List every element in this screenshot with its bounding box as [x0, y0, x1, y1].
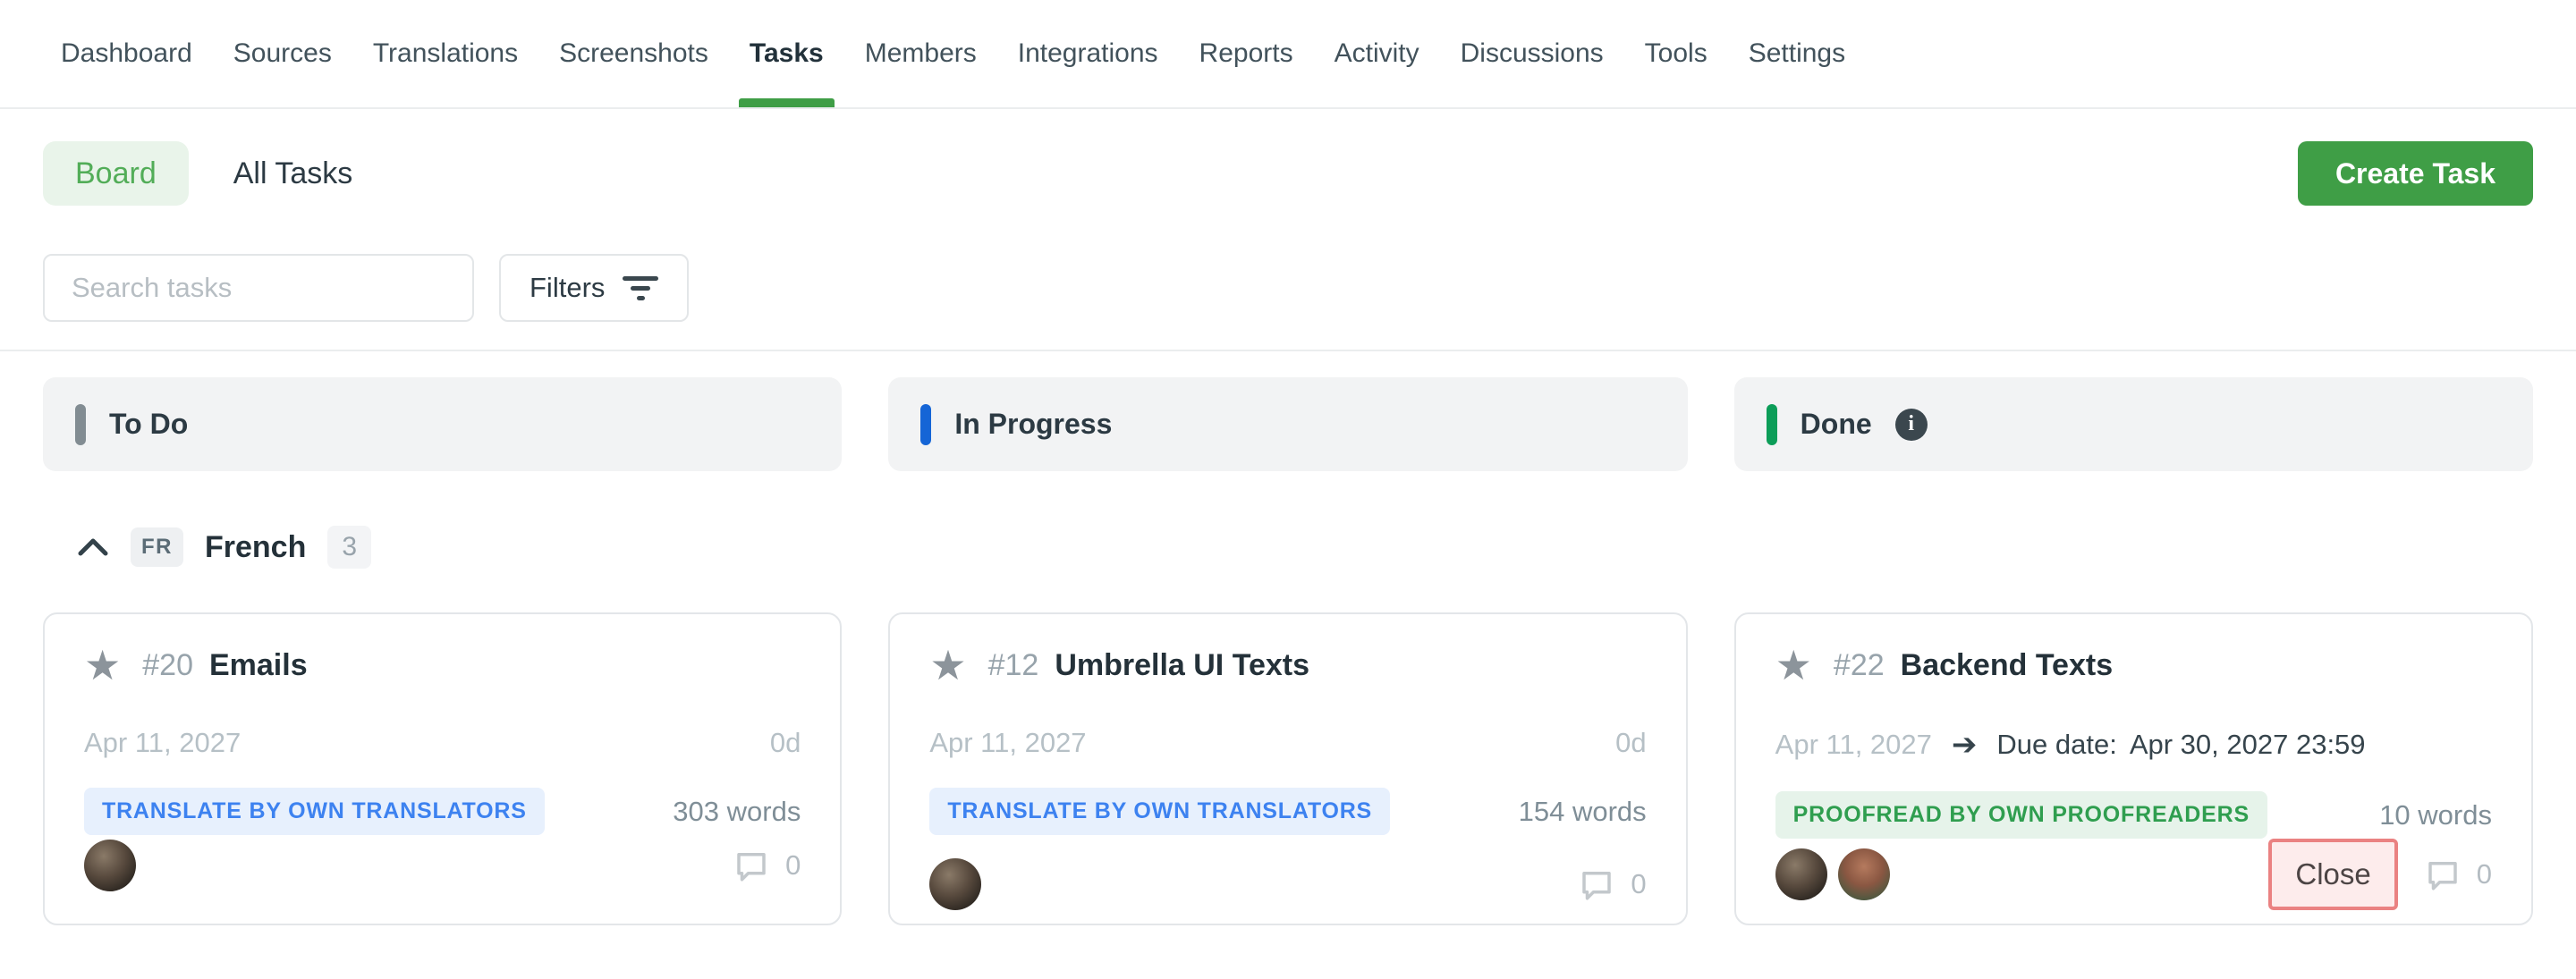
word-count: 10 words: [2379, 799, 2492, 831]
info-icon[interactable]: i: [1895, 409, 1928, 441]
language-name: French: [205, 530, 306, 565]
column-header-done: Done i: [1734, 377, 2533, 471]
assignee-avatar: [84, 840, 136, 891]
view-tabs-row: Board All Tasks Create Task: [43, 141, 2533, 206]
card-title-row: ★ #12 Umbrella UI Texts: [929, 645, 1646, 686]
star-icon[interactable]: ★: [929, 645, 966, 686]
card-date-row: Apr 11, 2027 0d: [929, 727, 1646, 759]
filters-button-label: Filters: [530, 272, 605, 304]
task-card[interactable]: ★ #20 Emails Apr 11, 2027 0d TRANSLATE B…: [43, 612, 842, 925]
in-progress-status-bar-icon: [920, 404, 931, 445]
search-input[interactable]: [43, 254, 474, 322]
search-filter-row: Filters: [43, 254, 2533, 322]
task-type-badge: TRANSLATE BY OWN TRANSLATORS: [84, 788, 545, 835]
nav-item-reports[interactable]: Reports: [1199, 0, 1293, 107]
create-task-button[interactable]: Create Task: [2298, 141, 2533, 206]
nav-item-dashboard[interactable]: Dashboard: [61, 0, 192, 107]
card-title-row: ★ #20 Emails: [84, 645, 801, 686]
task-duration: 0d: [1615, 727, 1646, 759]
due-date-value: Apr 30, 2027 23:59: [2130, 729, 2366, 761]
assignee-avatar: [1775, 848, 1827, 900]
task-id: #22: [1834, 648, 1885, 683]
filters-button[interactable]: Filters: [499, 254, 689, 322]
section-divider: [0, 350, 2576, 351]
card-footer: Close 0: [1775, 839, 2492, 910]
comment-bubble-icon: [2423, 856, 2462, 893]
column-title: To Do: [109, 408, 188, 441]
star-icon[interactable]: ★: [84, 645, 121, 686]
nav-item-discussions[interactable]: Discussions: [1461, 0, 1604, 107]
nav-item-tools[interactable]: Tools: [1645, 0, 1707, 107]
card-date-row: Apr 11, 2027 ➔ Due date: Apr 30, 2027 23…: [1775, 727, 2492, 763]
done-status-bar-icon: [1767, 404, 1777, 445]
nav-item-integrations[interactable]: Integrations: [1018, 0, 1158, 107]
assignee-avatar: [929, 858, 981, 910]
due-date-label: Due date:: [1996, 729, 2116, 761]
nav-item-members[interactable]: Members: [865, 0, 977, 107]
task-card[interactable]: ★ #12 Umbrella UI Texts Apr 11, 2027 0d …: [888, 612, 1687, 925]
column-title: In Progress: [954, 408, 1112, 441]
comments-button[interactable]: 0: [2423, 856, 2492, 893]
task-title: Umbrella UI Texts: [1055, 648, 1309, 683]
comments-button[interactable]: 0: [1577, 865, 1646, 903]
board-columns: To Do In Progress Done i: [43, 377, 2533, 471]
filter-lines-icon: [623, 276, 658, 300]
nav-item-tasks[interactable]: Tasks: [750, 0, 824, 107]
nav-item-translations[interactable]: Translations: [373, 0, 518, 107]
comment-count: 0: [2477, 858, 2492, 890]
card-badge-row: PROOFREAD BY OWN PROOFREADERS 10 words: [1775, 791, 2492, 839]
card-footer: 0: [929, 858, 1646, 910]
card-badge-row: TRANSLATE BY OWN TRANSLATORS 303 words: [84, 788, 801, 835]
word-count: 154 words: [1519, 796, 1647, 828]
card-title-row: ★ #22 Backend Texts: [1775, 645, 2492, 686]
column-title: Done: [1801, 408, 1872, 441]
comment-count: 0: [1631, 868, 1646, 900]
star-icon[interactable]: ★: [1775, 645, 1812, 686]
chevron-up-icon: [77, 537, 109, 557]
language-group-row: FR French 3: [77, 527, 2533, 568]
comments-button[interactable]: 0: [732, 847, 801, 884]
task-id: #20: [142, 648, 193, 683]
task-title: Emails: [209, 648, 308, 683]
card-footer: 0: [84, 840, 801, 891]
task-date: Apr 11, 2027: [84, 727, 241, 759]
tab-all-tasks[interactable]: All Tasks: [233, 156, 353, 191]
close-task-button[interactable]: Close: [2268, 839, 2397, 910]
card-date-row: Apr 11, 2027 0d: [84, 727, 801, 759]
language-code-badge: FR: [131, 527, 183, 567]
comment-bubble-icon: [1577, 865, 1616, 903]
task-card[interactable]: ★ #22 Backend Texts Apr 11, 2027 ➔ Due d…: [1734, 612, 2533, 925]
task-duration: 0d: [770, 727, 801, 759]
word-count: 303 words: [673, 796, 801, 828]
comment-bubble-icon: [732, 847, 771, 884]
task-date: Apr 11, 2027: [929, 727, 1086, 759]
column-header-todo: To Do: [43, 377, 842, 471]
nav-item-settings[interactable]: Settings: [1749, 0, 1845, 107]
column-header-in-progress: In Progress: [888, 377, 1687, 471]
task-cards-row: ★ #20 Emails Apr 11, 2027 0d TRANSLATE B…: [43, 612, 2533, 925]
task-type-badge: TRANSLATE BY OWN TRANSLATORS: [929, 788, 1390, 835]
tab-board[interactable]: Board: [43, 141, 189, 206]
collapse-group-button[interactable]: [77, 537, 109, 557]
nav-item-activity[interactable]: Activity: [1335, 0, 1419, 107]
todo-status-bar-icon: [75, 404, 86, 445]
task-id: #12: [988, 648, 1039, 683]
card-badge-row: TRANSLATE BY OWN TRANSLATORS 154 words: [929, 788, 1646, 835]
assignee-avatar: [1838, 848, 1890, 900]
nav-item-sources[interactable]: Sources: [233, 0, 332, 107]
comment-count: 0: [785, 849, 801, 882]
top-navigation: Dashboard Sources Translations Screensho…: [0, 0, 2576, 109]
task-type-badge: PROOFREAD BY OWN PROOFREADERS: [1775, 791, 2267, 839]
task-date: Apr 11, 2027: [1775, 729, 1932, 761]
task-title: Backend Texts: [1901, 648, 2113, 683]
arrow-right-icon: ➔: [1952, 727, 1978, 763]
nav-item-screenshots[interactable]: Screenshots: [559, 0, 708, 107]
task-count-badge: 3: [327, 526, 371, 569]
